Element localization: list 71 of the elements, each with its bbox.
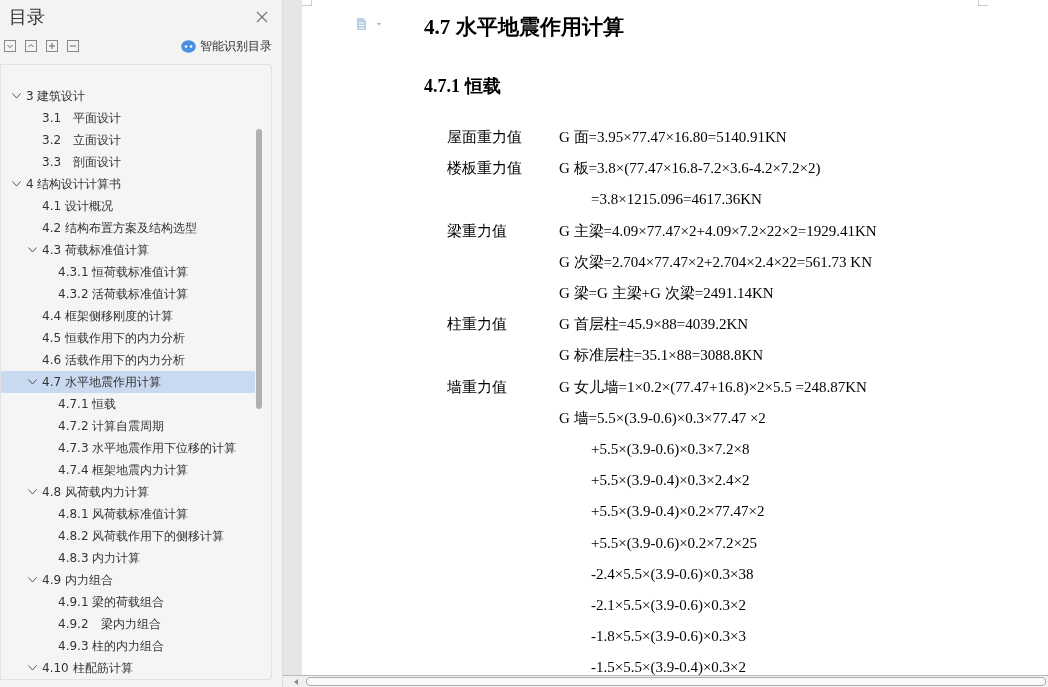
smart-toc-button[interactable]: 智能识别目录 bbox=[181, 37, 272, 55]
collapse-up-icon[interactable] bbox=[25, 40, 37, 52]
toc-item[interactable]: 4.7 水平地震作用计算 bbox=[1, 371, 255, 393]
toc-item[interactable]: 3 建筑设计 bbox=[1, 85, 255, 107]
row-label: 梁重力值 bbox=[446, 221, 508, 241]
scrollbar-thumb[interactable] bbox=[306, 677, 1046, 686]
formula-text: G 次梁=2.704×77.47×2+2.704×2.4×22=561.73 KN bbox=[559, 252, 872, 272]
toc-item[interactable]: 4.3.1 恒荷载标准值计算 bbox=[1, 261, 255, 283]
toc-item[interactable]: 4.8.1 风荷载标准值计算 bbox=[1, 503, 255, 525]
subsection-heading: 4.7.1 恒载 bbox=[424, 75, 502, 98]
caret-icon[interactable] bbox=[28, 489, 37, 495]
toc-item[interactable]: 4.9.1 梁的荷载组合 bbox=[1, 591, 255, 613]
cloud-icon bbox=[181, 39, 196, 53]
formula-text: +5.5×(3.9-0.6)×0.3×7.2×8 bbox=[590, 440, 750, 458]
panel-title: 目录 bbox=[9, 5, 45, 29]
toc-item[interactable]: 4.8.3 内力计算 bbox=[1, 547, 255, 569]
toc-item[interactable]: 3.2 立面设计 bbox=[1, 129, 255, 151]
formula-text: G 梁=G 主梁+G 次梁=2491.14KN bbox=[559, 284, 774, 304]
formula-text: G 面=3.95×77.47×16.80=5140.91KN bbox=[559, 128, 787, 148]
caret-icon[interactable] bbox=[28, 665, 37, 671]
corner-mark-icon bbox=[302, 0, 312, 6]
formula-text: G 墙=5.5×(3.9-0.6)×0.3×77.47 ×2 bbox=[559, 408, 766, 428]
toc-item[interactable]: 3.1 平面设计 bbox=[1, 107, 255, 129]
toc-item[interactable]: 4.6 活载作用下的内力分析 bbox=[1, 349, 255, 371]
formula-text: -2.4×5.5×(3.9-0.6)×0.3×38 bbox=[590, 565, 754, 583]
toc-item[interactable]: 4.10 柱配筋计算 bbox=[1, 657, 255, 679]
caret-icon[interactable] bbox=[12, 181, 21, 187]
toc-item[interactable]: 4.5 恒载作用下的内力分析 bbox=[1, 327, 255, 349]
toc-item[interactable]: 4.1 设计概况 bbox=[1, 195, 255, 217]
row-label: 墙重力值 bbox=[446, 377, 508, 397]
formula-text: G 标准层柱=35.1×88=3088.8KN bbox=[559, 346, 764, 366]
toc-item[interactable]: 4 结构设计计算书 bbox=[1, 173, 255, 195]
formula-text: +5.5×(3.9-0.4)×0.2×77.47×2 bbox=[590, 503, 765, 521]
formula-text: -1.5×5.5×(3.9-0.4)×0.3×2 bbox=[590, 659, 747, 675]
row-label: 屋面重力值 bbox=[446, 128, 523, 148]
toc-item[interactable]: 4.7.3 水平地震作用下位移的计算 bbox=[1, 437, 255, 459]
formula-text: G 主梁=4.09×77.47×2+4.09×7.2×22×2=1929.41KN bbox=[559, 221, 877, 241]
formula-text: G 首层柱=45.9×88=4039.2KN bbox=[559, 315, 749, 335]
formula-text: G 板=3.8×(77.47×16.8-7.2×3.6-4.2×7.2×2) bbox=[559, 159, 821, 179]
caret-icon[interactable] bbox=[12, 93, 21, 99]
toc-item[interactable]: 4.2 结构布置方案及结构选型 bbox=[1, 217, 255, 239]
toc-item[interactable]: 4.7.4 框架地震内力计算 bbox=[1, 459, 255, 481]
toc-item[interactable]: 4.7.1 恒载 bbox=[1, 393, 255, 415]
row-label: 楼板重力值 bbox=[446, 159, 523, 179]
toc-item[interactable]: 3.3 剖面设计 bbox=[1, 151, 255, 173]
toc-item[interactable]: 4.3.2 活荷载标准值计算 bbox=[1, 283, 255, 305]
toc-item[interactable]: 4.9.2 梁内力组合 bbox=[1, 613, 255, 635]
scrollbar-thumb[interactable] bbox=[256, 129, 262, 409]
corner-mark-icon bbox=[978, 0, 988, 6]
toc-item[interactable]: 4.9.3 柱的内力组合 bbox=[1, 635, 255, 657]
formula-text: +5.5×(3.9-0.6)×0.2×7.2×25 bbox=[590, 534, 758, 552]
formula-text: -1.8×5.5×(3.9-0.6)×0.3×3 bbox=[590, 628, 747, 646]
toc-item[interactable]: 4.3 荷载标准值计算 bbox=[1, 239, 255, 261]
formula-text: +5.5×(3.9-0.4)×0.3×2.4×2 bbox=[590, 472, 750, 490]
section-heading: 4.7 水平地震作用计算 bbox=[424, 14, 625, 41]
formula-text: =3.8×1215.096=4617.36KN bbox=[590, 191, 762, 209]
formula-text: -2.1×5.5×(3.9-0.6)×0.3×2 bbox=[590, 596, 747, 614]
plus-icon[interactable] bbox=[46, 40, 58, 52]
toc-item[interactable]: 4.9 内力组合 bbox=[1, 569, 255, 591]
toc-item[interactable]: 4.8.2 风荷载作用下的侧移计算 bbox=[1, 525, 255, 547]
close-icon[interactable] bbox=[256, 11, 268, 23]
collapse-down-icon[interactable] bbox=[4, 40, 16, 52]
formula-text: G 女儿墙=1×0.2×(77.47+16.8)×2×5.5 =248.87KN bbox=[559, 377, 867, 397]
toc-item[interactable]: 4.7.2 计算自震周期 bbox=[1, 415, 255, 437]
caret-icon[interactable] bbox=[28, 379, 37, 385]
caret-icon[interactable] bbox=[28, 247, 37, 253]
row-label: 柱重力值 bbox=[446, 315, 508, 335]
toc-item[interactable]: 4.8 风荷载内力计算 bbox=[1, 481, 255, 503]
toc-item[interactable]: 4.4 框架侧移刚度的计算 bbox=[1, 305, 255, 327]
minus-icon[interactable] bbox=[67, 40, 79, 52]
caret-icon[interactable] bbox=[28, 577, 37, 583]
